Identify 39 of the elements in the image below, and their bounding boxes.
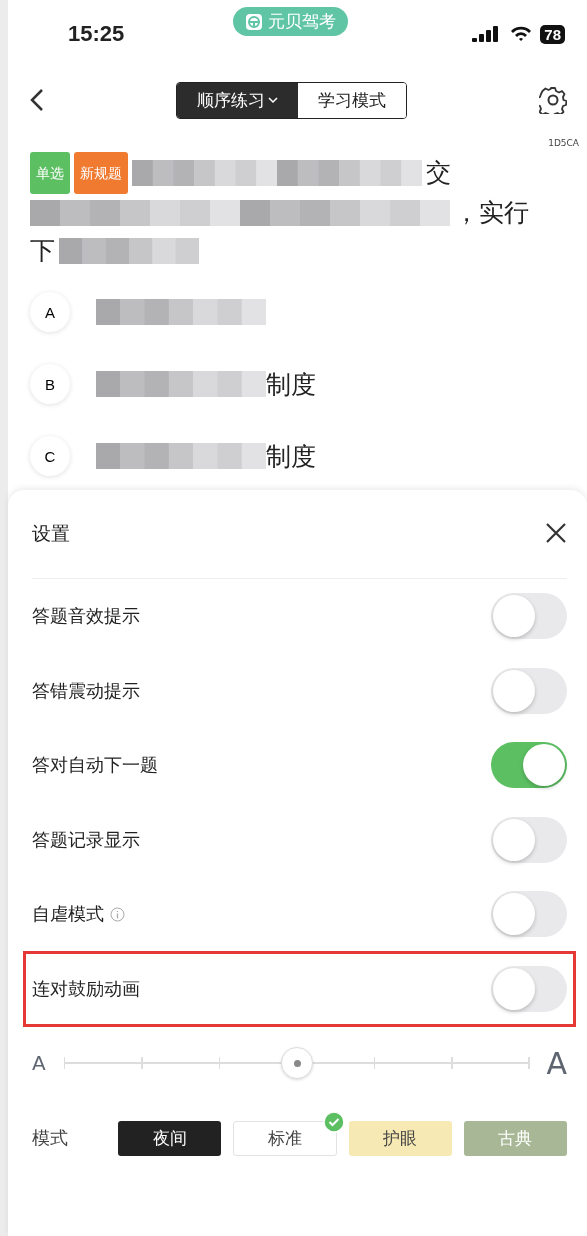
wifi-icon: [510, 26, 533, 42]
mode-tab[interactable]: 顺序练习: [177, 82, 298, 118]
setting-label: 答题音效提示: [32, 604, 140, 629]
toggle-switch[interactable]: [491, 965, 567, 1012]
slider-thumb[interactable]: [281, 1047, 314, 1079]
check-icon: [322, 1110, 345, 1133]
option-letter[interactable]: A: [30, 292, 70, 332]
sheet-title: 设置: [32, 521, 70, 546]
toggle-switch[interactable]: [491, 667, 567, 714]
toggle-switch[interactable]: [491, 593, 567, 640]
toggle-switch[interactable]: [491, 891, 567, 938]
setting-label: 答对自动下一题: [32, 753, 158, 778]
setting-label: 答错震动提示: [32, 678, 140, 703]
option-letter[interactable]: C: [30, 436, 70, 476]
option-letter[interactable]: B: [30, 364, 70, 404]
setting-label: 答题记录显示: [32, 827, 140, 852]
theme-option[interactable]: 护眼: [348, 1120, 452, 1156]
mode-label: 模式: [32, 1126, 69, 1150]
theme-option[interactable]: 夜间: [118, 1120, 222, 1156]
setting-label: 连对鼓励动画: [32, 976, 140, 1001]
question-text: 下: [30, 235, 55, 267]
question-text: ，实行: [454, 197, 529, 229]
large-font-label: A: [546, 1045, 567, 1081]
toggle-switch[interactable]: [491, 816, 567, 863]
question-text: 交: [426, 157, 451, 189]
option-text: 制度: [266, 440, 316, 473]
theme-option[interactable]: 标准: [233, 1120, 337, 1156]
battery-level: 78: [540, 24, 565, 44]
question-code: 1D5CA: [548, 138, 579, 148]
question-tag: 新规题: [74, 152, 128, 194]
back-icon[interactable]: [30, 88, 44, 112]
info-icon[interactable]: [110, 906, 125, 922]
question-tag: 单选: [30, 152, 70, 194]
option-text: 制度: [266, 368, 316, 401]
toggle-switch[interactable]: [491, 742, 567, 789]
setting-label: 自虐模式: [32, 902, 104, 927]
settings-icon[interactable]: [539, 86, 567, 114]
small-font-label: A: [32, 1051, 46, 1075]
status-time: 15:25: [68, 21, 125, 47]
